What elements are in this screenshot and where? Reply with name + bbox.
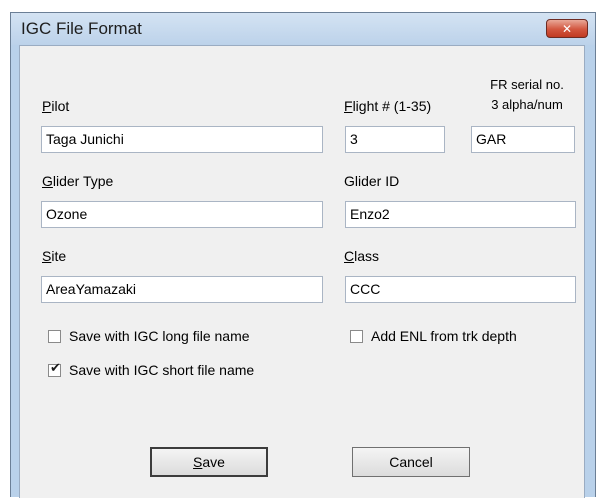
glider-id-field[interactable]: Enzo2 — [345, 201, 576, 228]
save-accelerator: S — [193, 454, 203, 470]
site-label-text: ite — [51, 248, 67, 264]
close-icon: ✕ — [561, 21, 573, 36]
dialog-title: IGC File Format — [21, 19, 142, 38]
class-label: Class — [344, 248, 380, 264]
add-enl-checkbox[interactable] — [350, 329, 363, 343]
save-button[interactable]: Save — [150, 447, 268, 477]
glider-type-label-text: lider Type — [52, 173, 114, 189]
fr-serial-label-line1: FR serial no. — [490, 77, 564, 92]
site-label: Site — [42, 248, 67, 264]
flight-number-label: Flight # (1-35) — [344, 98, 432, 114]
fr-serial-field[interactable]: GAR — [471, 126, 575, 153]
class-label-text: lass — [354, 248, 380, 264]
long-file-name-option[interactable]: Save with IGC long file name — [48, 328, 250, 344]
glider-type-label: Glider Type — [42, 173, 114, 189]
cancel-button[interactable]: Cancel — [352, 447, 470, 477]
dialog-body: Pilot Flight # (1-35) FR serial no. 3 al… — [19, 45, 585, 498]
short-file-name-checkbox[interactable]: ✔ — [48, 360, 61, 377]
short-file-name-label: Save with IGC short file name — [69, 362, 255, 378]
flight-number-field[interactable]: 3 — [345, 126, 445, 153]
add-enl-label: Add ENL from trk depth — [371, 328, 517, 344]
flight-number-label-text: light # (1-35) — [352, 98, 432, 114]
long-file-name-label: Save with IGC long file name — [69, 328, 250, 344]
title-bar[interactable]: IGC File Format ✕ — [11, 13, 595, 45]
pilot-label-text: ilot — [51, 98, 70, 114]
add-enl-option[interactable]: Add ENL from trk depth — [350, 328, 517, 344]
pilot-label: Pilot — [42, 98, 70, 114]
short-file-name-option[interactable]: ✔ Save with IGC short file name — [48, 360, 255, 378]
site-field[interactable]: AreaYamazaki — [41, 276, 323, 303]
igc-file-format-dialog: IGC File Format ✕ Pilot Flight # (1-35) … — [10, 12, 596, 498]
long-file-name-checkbox[interactable] — [48, 329, 61, 343]
fr-serial-label-line2: 3 alpha/num — [491, 97, 563, 112]
pilot-field[interactable]: Taga Junichi — [41, 126, 323, 153]
checkmark-icon: ✔ — [50, 360, 61, 376]
glider-type-field[interactable]: Ozone — [41, 201, 323, 228]
save-button-label: ave — [202, 454, 225, 470]
glider-id-label: Glider ID — [344, 173, 400, 189]
class-field[interactable]: CCC — [345, 276, 576, 303]
close-button[interactable]: ✕ — [546, 19, 588, 38]
